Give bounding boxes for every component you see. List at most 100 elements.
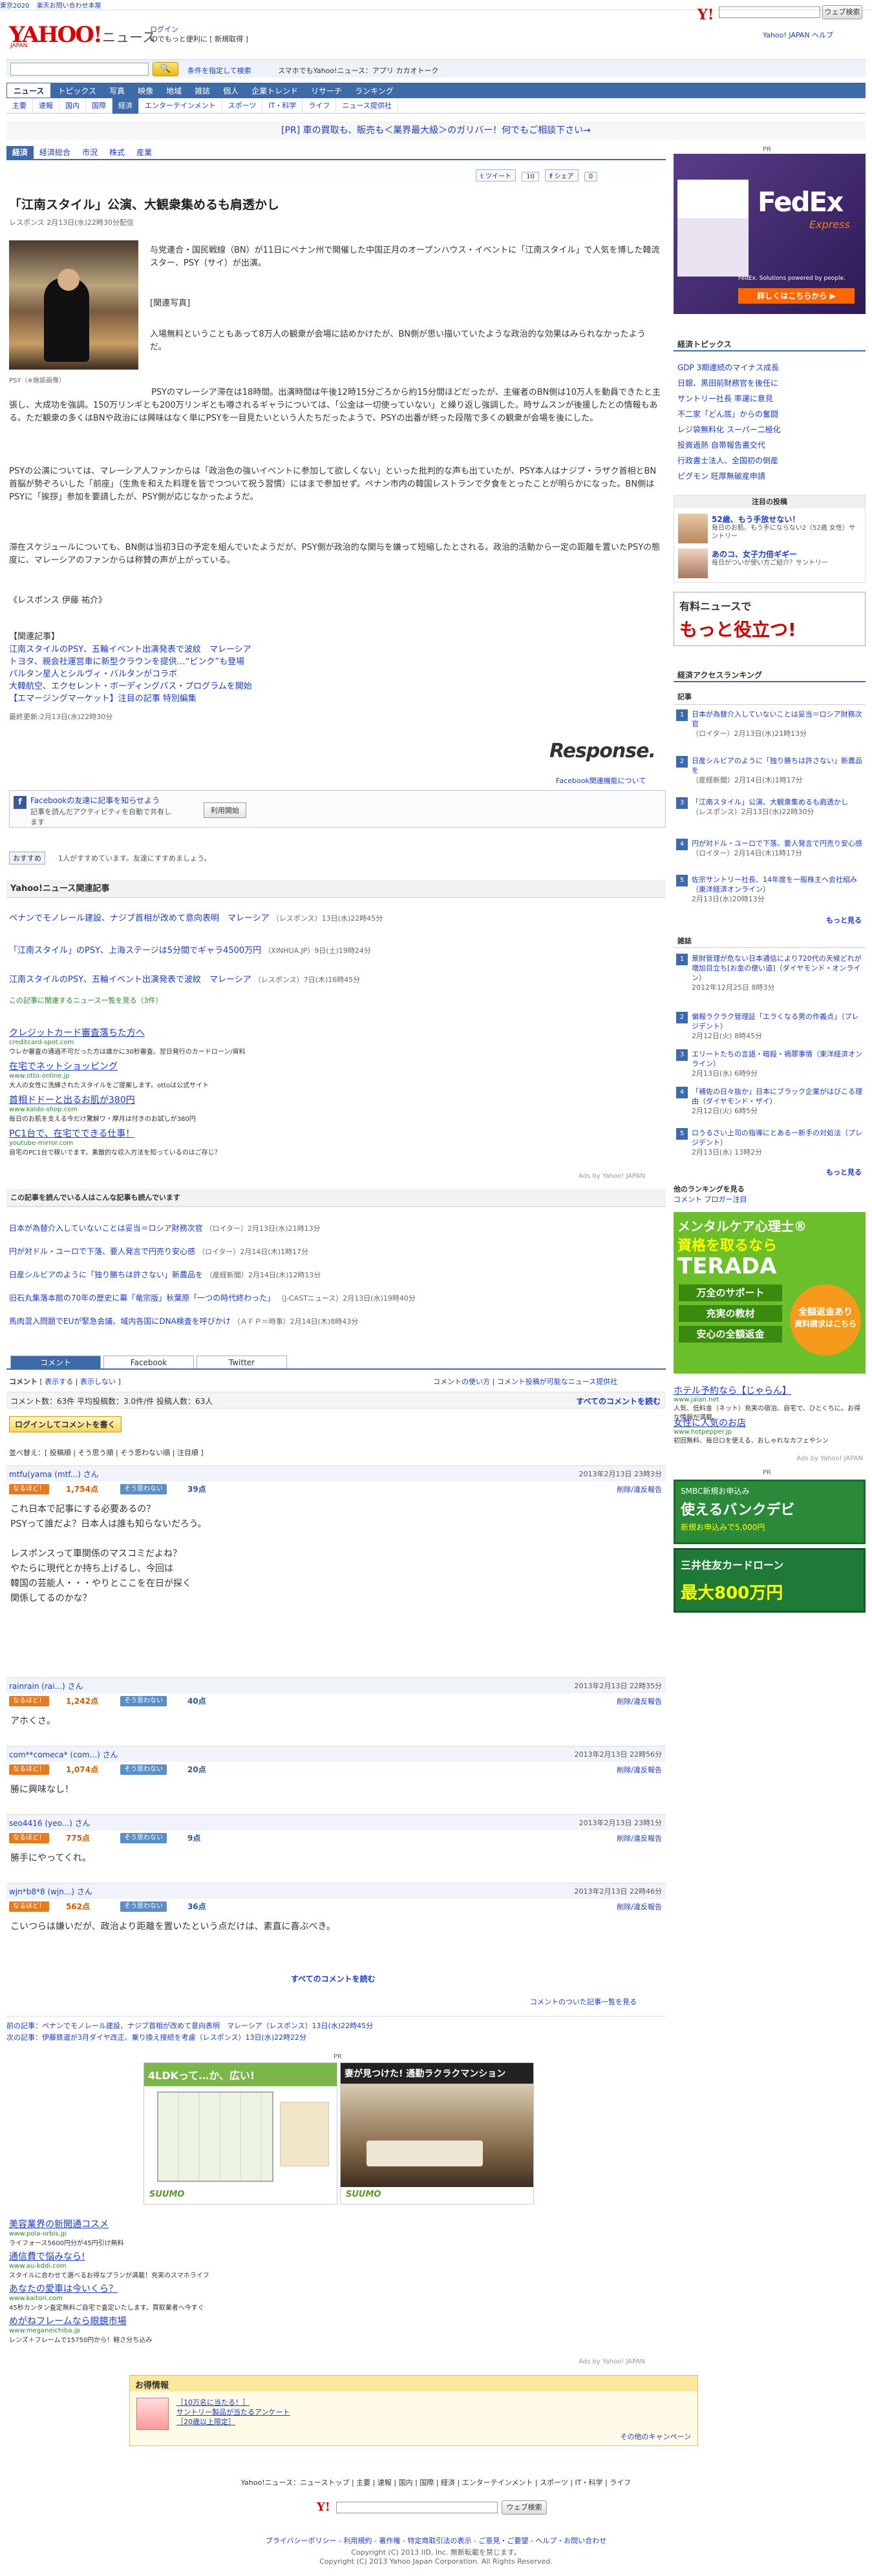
footer-search-button[interactable]: ウェブ検索 (502, 2500, 547, 2515)
featured-thumb[interactable] (678, 514, 708, 543)
ad-item[interactable]: クレジットカード審査落ちた方へ creditcard-spot.com ウレか審査の… (9, 1026, 397, 1060)
ad-item[interactable]: 女性に人気のお店 www.hotpepper.jp 初回無料、毎日ロを使える、おしゃ… (674, 1419, 866, 1451)
access-tab-articles[interactable]: 記事 (677, 691, 692, 702)
comment-hide-link[interactable]: 表示しない (80, 1377, 116, 1386)
ad-item[interactable]: めがねフレームなら眼鏡市場 www.meganeichiba.jp レンズ＋フレーム… (9, 2314, 397, 2347)
nav-research[interactable]: リサーチ (304, 83, 348, 99)
topbar-link-2[interactable]: 楽天お問い合わせ本屋 (37, 3, 101, 10)
ad-item[interactable]: 在宅でネットショッピング www.otto-online.jp 大人の女性に洗練され… (9, 1060, 397, 1093)
fedex-ad[interactable]: FedEx Express FedEx. Solutions powered b… (674, 154, 866, 314)
article-photo[interactable] (9, 240, 138, 370)
related-photo-link[interactable]: [関連写真] (150, 297, 190, 310)
recommend-button[interactable]: おすすめ (9, 852, 45, 864)
smbc-ad[interactable]: SMBC新規お申込み 使えるバンクデビ 新規お申込みで5,000円 (674, 1480, 866, 1544)
ad-item[interactable]: 首相ドドーと出るお肌が380円 www.kaldo-shop.com 毎日のお肌を支… (9, 1093, 397, 1127)
subnav-industry[interactable]: 産業 (131, 146, 158, 159)
related-news-more[interactable]: この記事に関連するニュース一覧を見る（3件） (9, 995, 162, 1005)
mobile-app-links[interactable]: スマホでもYahoo!ニュース：アプリ カカオトーク (278, 65, 438, 76)
house-ad-2[interactable]: 妻が見つけた! 通勤ラクラクマンション SUUMO (340, 2062, 534, 2204)
agree-button[interactable]: なるほど！ (9, 1901, 49, 1912)
magazine-more-link[interactable]: もっと見る (826, 1167, 862, 1177)
disagree-button[interactable]: そう思わない (120, 1901, 167, 1912)
comment-sort[interactable]: 並べ替え：[ 投稿順 | そう思う順 | そう思わない順 | 注目順 ] (9, 1447, 204, 1458)
nav-individual[interactable]: 個人 (217, 83, 245, 99)
access-more-link[interactable]: もっと見る (826, 915, 862, 925)
advanced-search-link[interactable]: 条件を指定して検索 (187, 65, 251, 76)
cat-economy[interactable]: 経済 (112, 98, 139, 114)
next-article-link[interactable]: 次の記事：伊藤鉄道が3月ダイヤ改正、乗り換え接続を考慮（レスポンス）13日(水)… (6, 2032, 666, 2044)
comment-author[interactable]: wjn*b8*8 (wjn...) さん (9, 1886, 92, 1897)
disagree-button[interactable]: そう思わない (120, 1833, 167, 1843)
disagree-button[interactable]: そう思わない (120, 1696, 167, 1706)
agree-button[interactable]: なるほど！ (9, 1764, 49, 1775)
report-link[interactable]: 削除/違反報告 (617, 1764, 662, 1775)
topic-link[interactable]: 投資過熱 自帯報告書交代 (677, 439, 765, 450)
nav-magazine[interactable]: 雑誌 (188, 83, 217, 99)
facebook-feature-link[interactable]: Facebook関連機能について (556, 775, 646, 786)
topic-link[interactable]: 不二家「どん底」からの奮闘 (677, 408, 778, 419)
disagree-button[interactable]: そう思わない (120, 1764, 167, 1775)
topbar-link-1[interactable]: 東京2020 (0, 3, 29, 10)
featured-link[interactable]: 52歳、もう手放せない！ (712, 514, 800, 525)
comment-ranking-link[interactable]: コメントのついた記事一覧を見る (530, 1996, 637, 2007)
other-ranking-links[interactable]: コメント ブロガー注目 (674, 1194, 747, 1204)
report-link[interactable]: 削除/違反報告 (617, 1901, 662, 1912)
ad-item[interactable]: 通信費で悩みなら! www.au-kddi.com スタイルに合わせて選べるお得なプ… (9, 2250, 397, 2282)
nav-ranking[interactable]: ランキング (348, 83, 400, 99)
fedex-more-button[interactable]: 詳しくはこちらから ▶ (738, 288, 855, 304)
agree-button[interactable]: なるほど！ (9, 1484, 49, 1494)
footer-yahoo-logo[interactable]: Y! (317, 2500, 330, 2514)
prev-article-link[interactable]: 前の記事：ペナンでモノレール建設、ナジブ首相が改めて意向表明 マレーシア（レスポ… (6, 2020, 666, 2032)
related-article-link[interactable]: 大韓航空、エクセレント・ボーディングパス・プログラムを開始 (9, 680, 252, 693)
paid-news-ad[interactable]: 有料ニュースで もっと役立つ! (674, 592, 866, 646)
related-article-link[interactable]: トヨタ、親会社運営車に新型クラウンを提供…“ピンク”も登場 (9, 656, 244, 668)
magazine-tab[interactable]: 雑誌 (677, 936, 692, 946)
featured-link[interactable]: あのコ、女子力倍ギギー (712, 549, 797, 560)
yahoo-logo[interactable]: YAHOO! JAPAN (9, 22, 103, 50)
nav-photo[interactable]: 写真 (103, 83, 131, 99)
top-web-search-button[interactable]: ウェブ検索 (822, 5, 862, 19)
comment-show-link[interactable]: 表示する (45, 1377, 73, 1386)
topic-link[interactable]: サントリー社長 率運に意見 (677, 393, 773, 404)
nav-topics[interactable]: トピックス (51, 83, 103, 99)
agree-button[interactable]: なるほど！ (9, 1696, 49, 1706)
cat-sports[interactable]: スポーツ (222, 98, 263, 114)
smbc-card-ad[interactable]: 三井住友カードローン 最大800万円 (674, 1548, 866, 1613)
disagree-button[interactable]: そう思わない (120, 1484, 167, 1494)
cat-providers[interactable]: ニュース提供社 (336, 98, 398, 114)
ad-item[interactable]: PC1台で、在宅でできる仕事！ youtube-mirror.com 自宅のPC1台… (9, 1127, 397, 1160)
comment-author[interactable]: rainrain (rai...) さん (9, 1681, 83, 1691)
cat-it[interactable]: IT・科学 (262, 98, 303, 114)
related-article-link[interactable]: パルタン星人とシルヴィ・バルタンがコラボ (9, 668, 177, 680)
facebook-start-button[interactable]: 利用開始 (204, 802, 246, 818)
cat-life[interactable]: ライフ (303, 98, 337, 114)
comment-author[interactable]: seo4416 (yeo...) さん (9, 1817, 90, 1828)
cat-domestic[interactable]: 国内 (59, 98, 86, 114)
cat-world[interactable]: 国際 (86, 98, 112, 114)
bookmark-count[interactable]: 0 (584, 172, 598, 182)
provider-logo[interactable]: Response. (549, 740, 656, 762)
subnav-stocks[interactable]: 株式 (103, 146, 131, 159)
related-article-link[interactable]: 【エマージングマーケット】注目の記事 特別編集 (9, 693, 197, 705)
nav-trend[interactable]: 企業トレンド (245, 83, 304, 99)
ad-item[interactable]: 美容業界の新開通コスメ www.pola-orbis.jp ライフォース5600円分… (9, 2217, 397, 2250)
nav-video[interactable]: 映像 (131, 83, 160, 99)
house-ad-1[interactable]: 4LDKって…か、広い! SUUMO (144, 2062, 337, 2204)
footer-links[interactable]: プライバシーポリシー - 利用規約 - 著作権 - 特定商取引法の表示 - ご意… (0, 2535, 872, 2546)
login-to-comment-button[interactable]: ログインしてコメントを書く (9, 1416, 122, 1432)
read-all-comments-link[interactable]: すべてのコメントを読む (576, 1396, 661, 1407)
terada-cta[interactable]: 全額返金あり 資料請求はこちら (790, 1284, 861, 1356)
tab-facebook[interactable]: Facebook (103, 1356, 194, 1368)
topic-link[interactable]: GDP 3期連続のマイナス成長 (677, 362, 779, 373)
facebook-share-button[interactable]: f シェア (545, 169, 579, 182)
subnav-general[interactable]: 経済総合 (34, 146, 76, 159)
report-link[interactable]: 削除/違反報告 (617, 1696, 662, 1706)
cat-main[interactable]: 主要 (6, 98, 33, 114)
terada-ad[interactable]: メンタルケア心理士® 資格を取るなら TERADA 万全のサポート 充実の教材 … (674, 1212, 866, 1374)
pr-banner-top[interactable]: [PR] 車の買取も、販売も＜業界最大級＞のガリバー！何でもご相談下さい→ (6, 121, 866, 140)
footer-search-input[interactable] (336, 2502, 498, 2513)
comment-author[interactable]: com**comeca* (com...) さん (9, 1749, 118, 1760)
topic-link[interactable]: レジ袋無料化 スーパー二極化 (677, 424, 781, 435)
nav-news[interactable]: ニュース (6, 83, 52, 98)
tab-comments[interactable]: コメント (10, 1356, 101, 1368)
